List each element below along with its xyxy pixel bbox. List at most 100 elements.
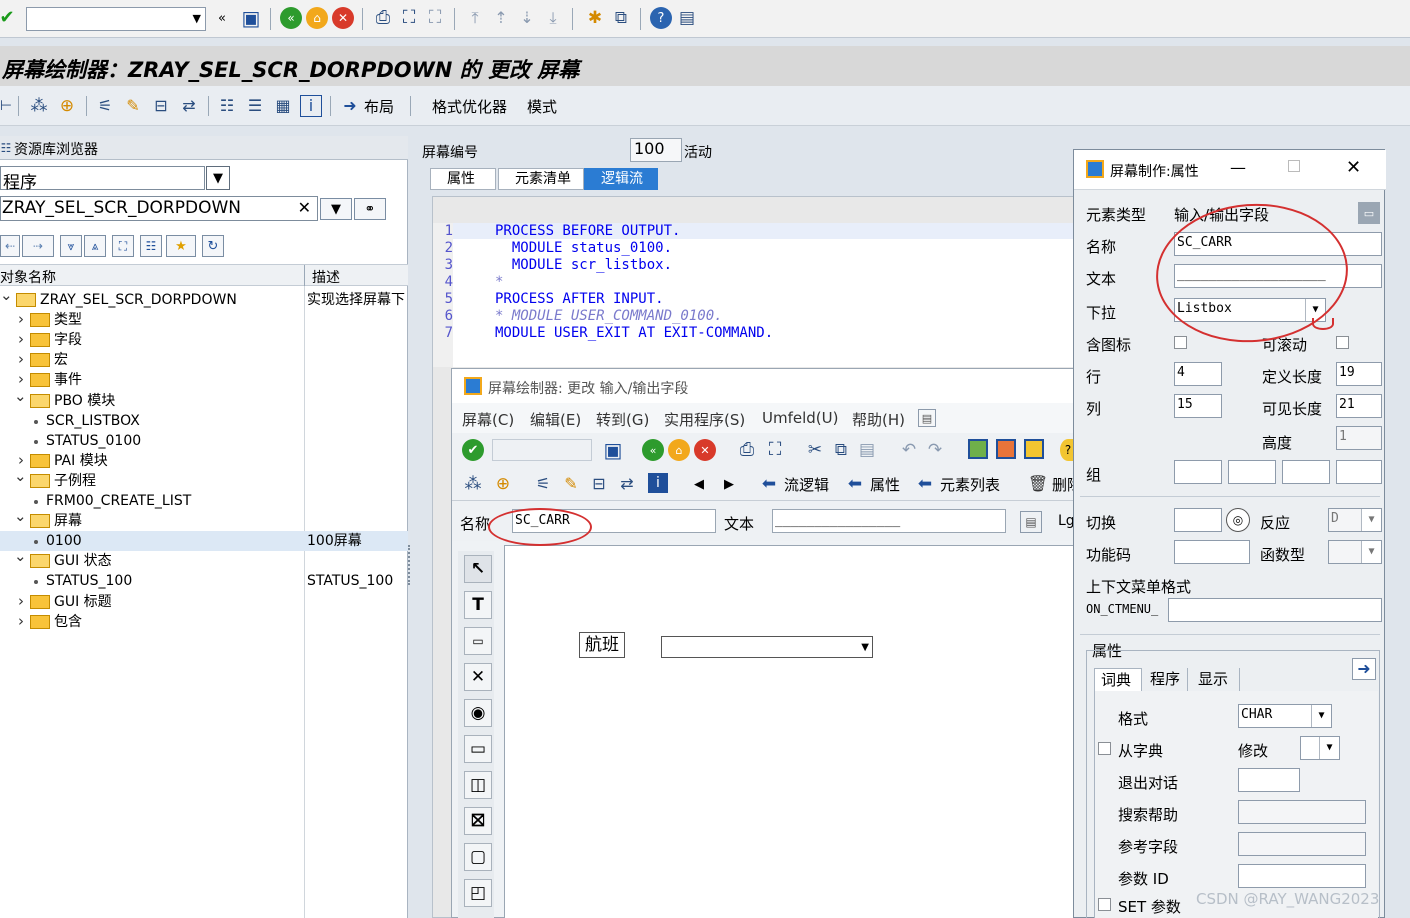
pointer-tool-icon[interactable]: ↖ (464, 555, 492, 583)
toggle-field[interactable] (1174, 508, 1222, 532)
code-line[interactable]: PROCESS AFTER INPUT. (495, 291, 664, 307)
wand-icon[interactable]: ✎ (560, 473, 582, 495)
name-field[interactable]: SC_CARR (512, 509, 716, 533)
with-icon-checkbox[interactable] (1174, 336, 1187, 349)
menu-help[interactable]: 帮助(H) (852, 409, 905, 430)
group-field-3[interactable] (1282, 460, 1330, 484)
arrow-left-icon[interactable]: ⬅ (758, 473, 780, 495)
response-select[interactable]: D ▼ (1328, 508, 1382, 532)
where-used-icon[interactable]: ⚟ (532, 473, 554, 495)
display-object-icon[interactable]: ⊟ (150, 95, 172, 117)
triangle-right-icon[interactable]: ▶ (720, 473, 738, 495)
enter-icon[interactable]: ✔ (462, 439, 484, 461)
shortcut-icon[interactable]: ⧉ (610, 7, 632, 29)
tree-item[interactable]: ⌄ PBO 模块 (0, 387, 408, 411)
text-tool-icon[interactable]: T (464, 591, 492, 619)
chevron-down-icon[interactable]: ⌄ (14, 546, 27, 566)
tab-element-list[interactable]: 元素清单 (498, 168, 584, 190)
object-name-input[interactable]: ZRAY_SEL_SCR_DORPDOWN ✕ (0, 196, 318, 221)
arrow-left-icon[interactable]: ⬅ (914, 473, 936, 495)
chevron-down-icon[interactable]: ▼ (206, 166, 230, 190)
minimize-icon[interactable]: — (1230, 158, 1246, 177)
menu-environment[interactable]: Umfeld(U) (762, 409, 838, 427)
toggle-select-icon[interactable]: ◎ (1226, 508, 1250, 532)
element-list-button[interactable]: 元素列表 (940, 474, 1000, 495)
close-icon[interactable]: ✕ (1346, 157, 1361, 178)
chevron-right-icon[interactable]: › (18, 309, 24, 329)
tree-item[interactable]: STATUS_0100 (0, 431, 408, 451)
pushbutton-tool-icon[interactable]: ▭ (464, 735, 492, 763)
tree-item[interactable]: › 事件 (0, 370, 408, 390)
exit-icon[interactable]: ⌂ (668, 439, 690, 461)
window-layout-icon[interactable] (1024, 439, 1044, 459)
activate-icon[interactable]: ⊕ (492, 473, 514, 495)
cut-icon[interactable]: ✂ (804, 439, 826, 461)
tree-item[interactable]: › PAI 模块 (0, 451, 408, 471)
row-field[interactable]: 4 (1174, 362, 1222, 386)
info-icon[interactable]: i (648, 473, 668, 493)
exit-dialog-field[interactable] (1238, 768, 1300, 792)
tree-item[interactable]: STATUS_100 STATUS_100 (0, 571, 408, 591)
hierarchy-icon[interactable]: ☷ (140, 235, 162, 257)
flight-label-element[interactable]: 航班 (579, 632, 625, 658)
chevron-right-icon[interactable]: › (18, 591, 24, 611)
last-page-icon[interactable]: ⤓ (542, 7, 564, 29)
menu-screen[interactable]: 屏幕(C) (462, 409, 514, 430)
menu-options-icon[interactable]: ▤ (918, 409, 936, 427)
clear-icon[interactable]: ✕ (298, 198, 311, 217)
def-length-field[interactable]: 19 (1336, 362, 1382, 386)
tabstrip-wizard-tool-icon[interactable]: ⛝ (464, 807, 492, 835)
collapse-all-icon[interactable]: ⩓ (84, 235, 106, 257)
chevron-down-icon[interactable]: ▼ (1361, 509, 1381, 531)
flow-logic-button[interactable]: 流逻辑 (784, 474, 829, 495)
trash-icon[interactable]: 🗑 (1028, 473, 1048, 495)
tree-item[interactable]: › 类型 (0, 310, 408, 330)
expand-all-icon[interactable]: ⩔ (60, 235, 82, 257)
tree-item[interactable]: › 宏 (0, 350, 408, 370)
next-object-icon[interactable]: ⇢ (22, 235, 54, 257)
table-icon[interactable]: ▦ (272, 95, 294, 117)
find-next-icon[interactable]: ⛶ (424, 7, 446, 29)
activate-icon[interactable]: ⊕ (56, 95, 78, 117)
group-field-4[interactable] (1336, 460, 1382, 484)
first-page-icon[interactable]: ⤒ (464, 7, 486, 29)
param-id-field[interactable] (1238, 864, 1366, 888)
chevron-down-icon[interactable]: ⌄ (14, 506, 27, 526)
chevron-right-icon[interactable]: › (18, 329, 24, 349)
redo-icon[interactable]: ↷ (924, 439, 946, 461)
chevron-down-icon[interactable]: ▼ (1305, 299, 1325, 321)
name-field[interactable]: SC_CARR (1174, 232, 1382, 256)
where-used-icon[interactable]: ⚟ (94, 95, 116, 117)
undo-icon[interactable]: ↶ (898, 439, 920, 461)
sub-tab-display[interactable]: 显示 (1192, 668, 1240, 692)
text-options-icon[interactable]: ▤ (1020, 511, 1042, 533)
maximize-icon[interactable] (1288, 160, 1300, 172)
text-field[interactable]: ________________ (772, 509, 1006, 533)
group-field-1[interactable] (1174, 460, 1222, 484)
cancel-icon[interactable]: ✕ (694, 439, 716, 461)
chevron-down-icon[interactable]: ⌄ (14, 386, 27, 406)
tree-item[interactable]: 0100 100屏幕 (0, 531, 408, 552)
tree-item[interactable]: › 字段 (0, 330, 408, 350)
find-icon[interactable]: ⛶ (398, 7, 420, 29)
code-line[interactable]: PROCESS BEFORE OUTPUT. (495, 223, 680, 239)
other-object-icon[interactable]: ⊢ (0, 96, 12, 116)
code-area[interactable]: 1 PROCESS BEFORE OUTPUT. 2 MODULE status_0… (445, 223, 1075, 367)
format-optimizer-button[interactable]: 格式优化器 (432, 96, 507, 117)
layout-button[interactable]: 布局 (364, 96, 394, 117)
exit-icon[interactable]: ⌂ (306, 7, 328, 29)
glasses-icon[interactable]: ⚭ (354, 198, 386, 220)
refresh-icon[interactable]: ↻ (202, 235, 224, 257)
print-icon[interactable]: ⎙ (372, 7, 394, 29)
tree-item[interactable]: ⌄ GUI 状态 (0, 547, 408, 571)
chevron-down-icon[interactable]: ⌄ (14, 466, 27, 486)
chevron-down-icon[interactable]: ▼ (193, 12, 201, 25)
painter-command-field[interactable] (492, 439, 592, 461)
group-field-2[interactable] (1228, 460, 1276, 484)
search-help-field[interactable] (1238, 800, 1366, 824)
sub-tab-program[interactable]: 程序 (1144, 668, 1188, 692)
set-param-checkbox[interactable] (1098, 898, 1111, 911)
copy-icon[interactable]: ⧉ (830, 439, 852, 461)
listbox-element[interactable]: ▼ (661, 636, 873, 658)
arrow-right-icon[interactable]: ➜ (1352, 658, 1376, 680)
